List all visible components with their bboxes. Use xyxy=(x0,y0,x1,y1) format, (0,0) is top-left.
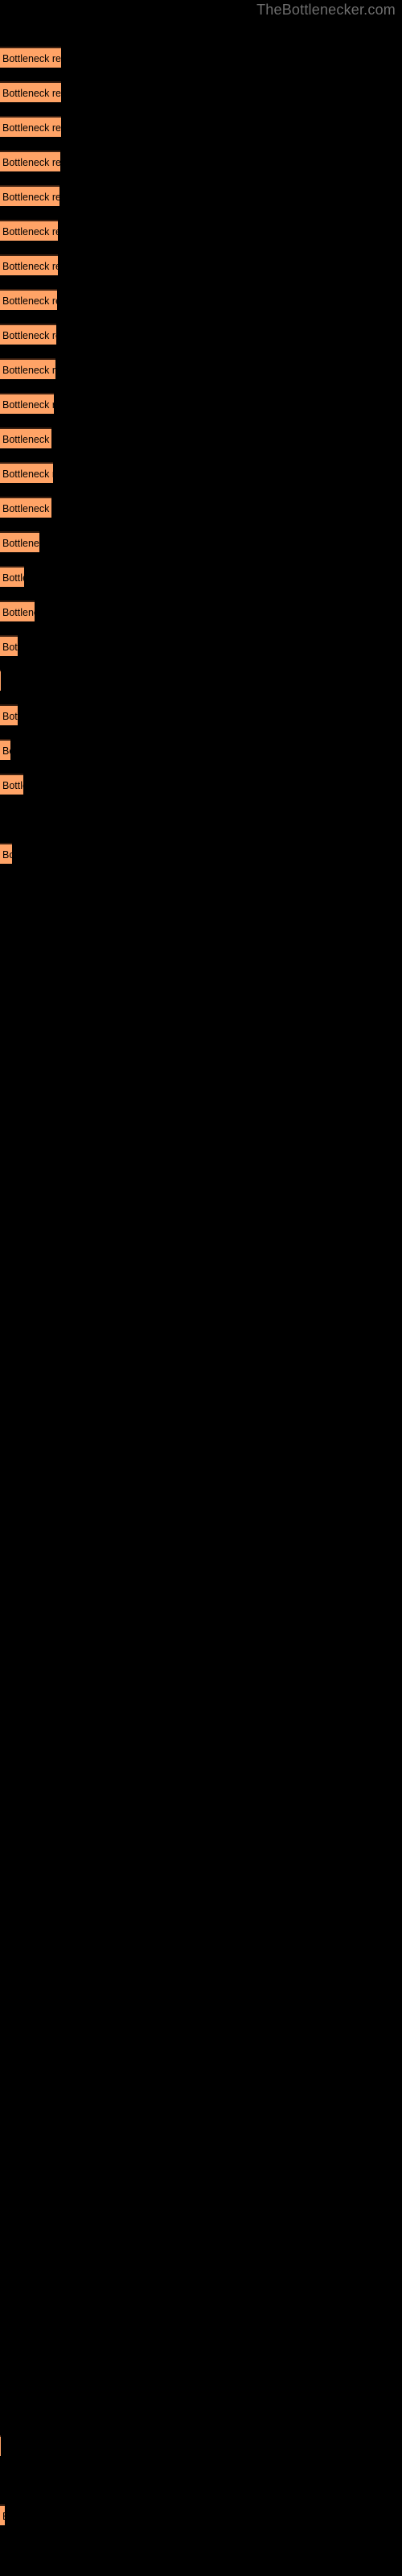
bar-label: Bottleneck result xyxy=(2,642,18,653)
bar-row: Bottleneck result xyxy=(0,289,402,310)
bar: Bottleneck result xyxy=(0,531,39,552)
bar-label: Bottleneck result xyxy=(2,538,39,549)
bar-row: Bottleneck result xyxy=(0,47,402,68)
bar-row: Bottleneck result xyxy=(0,151,402,171)
bar-row: Bottleneck result xyxy=(0,566,402,587)
bar-list: Bottleneck result Bottleneck result Bottle… xyxy=(0,0,402,2576)
bar: Bottleneck result xyxy=(0,462,53,483)
bar-label: Bottleneck result xyxy=(2,607,35,618)
bar-row: Bottleneck result xyxy=(0,220,402,241)
bar: Bottleneck result xyxy=(0,774,23,795)
bar: Bottleneck result xyxy=(0,2504,5,2525)
bar-label: Bottleneck result xyxy=(2,261,58,272)
bar-label: Bottleneck result xyxy=(2,192,59,203)
bar-row xyxy=(0,2435,402,2456)
bar-row: Bottleneck result xyxy=(0,601,402,621)
bar-row: Bottleneck result xyxy=(0,704,402,725)
bar-label: Bottleneck result xyxy=(2,88,61,99)
bar: Bottleneck result xyxy=(0,358,55,379)
bar-label: Bottleneck result xyxy=(2,365,55,376)
bar: Bottleneck result xyxy=(0,843,12,864)
bar-label: Bottleneck result xyxy=(2,469,53,480)
bar: Bottleneck result xyxy=(0,220,58,241)
bar-label: Bottleneck result xyxy=(2,226,58,237)
bar: Bottleneck result xyxy=(0,81,61,102)
bar-label: Bottleneck result xyxy=(2,711,18,722)
bar-row: Bottleneck result xyxy=(0,324,402,345)
bar-label: Bottleneck result xyxy=(2,780,23,791)
bar-row xyxy=(0,670,402,691)
bar: Bottleneck result xyxy=(0,704,18,725)
bar-label: Bottleneck result xyxy=(2,434,51,445)
bar-label: Bottleneck result xyxy=(2,53,61,64)
bar: Bottleneck result xyxy=(0,566,24,587)
bar: Bottleneck result xyxy=(0,497,51,518)
bar: Bottleneck result xyxy=(0,254,58,275)
bar-row: Bottleneck result xyxy=(0,531,402,552)
bar-label: Bottleneck result xyxy=(2,122,61,134)
bar-label: Bottleneck result xyxy=(2,330,56,341)
bar-label: Bottleneck result xyxy=(2,2509,5,2524)
bar-row: Bottleneck result xyxy=(0,185,402,206)
bar-row: Bottleneck result xyxy=(0,739,402,760)
bar-row: Bottleneck result xyxy=(0,497,402,518)
bar-label: Bottleneck result xyxy=(2,295,57,307)
bar: Bottleneck result xyxy=(0,601,35,621)
bar-row: Bottleneck result xyxy=(0,462,402,483)
bar: Bottleneck result xyxy=(0,47,61,68)
bar-row: Bottleneck result xyxy=(0,843,402,864)
bar-row: Bottleneck result xyxy=(0,635,402,656)
bar: Bottleneck result xyxy=(0,185,59,206)
bar-label: Bottleneck result xyxy=(2,849,12,861)
bar: Bottleneck result xyxy=(0,427,51,448)
bar-row: Bottleneck result xyxy=(0,2504,402,2525)
bar: Bottleneck result xyxy=(0,324,56,345)
bar-row: Bottleneck result xyxy=(0,116,402,137)
bar-row: Bottleneck result xyxy=(0,774,402,795)
bar: Bottleneck result xyxy=(0,635,18,656)
bottleneck-chart: TheBottlenecker.com Bottleneck resultBot… xyxy=(0,0,402,2576)
bar-row: Bottleneck result xyxy=(0,254,402,275)
bar-row: Bottleneck result xyxy=(0,358,402,379)
bar: Bottleneck result xyxy=(0,739,10,760)
bar xyxy=(0,2435,1,2456)
bar-label: Bottleneck result xyxy=(2,399,54,411)
bar: Bottleneck result xyxy=(0,289,57,310)
bar: Bottleneck result xyxy=(0,151,60,171)
bar-row: Bottleneck result xyxy=(0,393,402,414)
bar: Bottleneck result xyxy=(0,393,54,414)
bar-row: Bottleneck result xyxy=(0,427,402,448)
bar-label: Bottleneck result xyxy=(2,572,24,584)
bar-row: Bottleneck result xyxy=(0,81,402,102)
bar-label: Bottleneck result xyxy=(2,157,60,168)
bar-label: Bottleneck result xyxy=(2,503,51,514)
bar: Bottleneck result xyxy=(0,116,61,137)
bar-label: Bottleneck result xyxy=(2,745,10,757)
bar xyxy=(0,670,1,691)
